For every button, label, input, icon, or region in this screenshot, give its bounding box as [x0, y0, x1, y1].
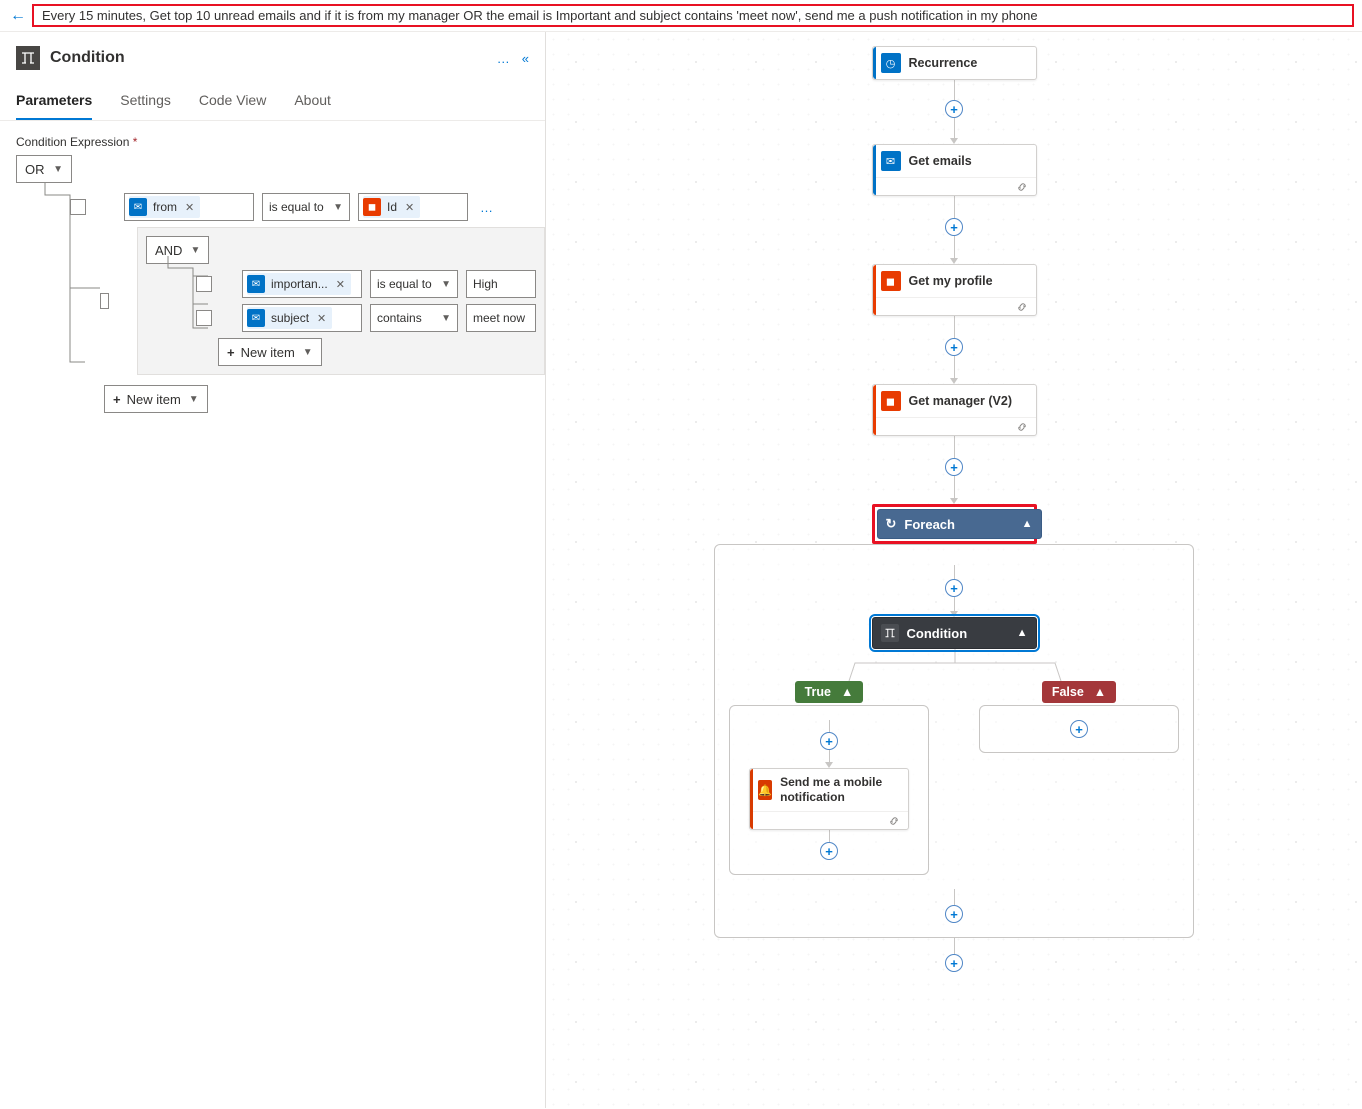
- node-notification[interactable]: 🔔Send me a mobile notification: [749, 768, 909, 830]
- chevron-up-icon: ▲: [841, 685, 853, 699]
- node-condition[interactable]: Condition ▲: [872, 617, 1037, 649]
- outlook-icon: ✉: [881, 151, 901, 171]
- outlook-icon: ✉: [247, 309, 265, 327]
- link-icon: [750, 811, 908, 829]
- group-row2-token-remove[interactable]: ✕: [313, 312, 330, 325]
- outlook-icon: ✉: [129, 198, 147, 216]
- foreach-collapse[interactable]: ▲: [1022, 518, 1033, 530]
- add-after-getemails[interactable]: +: [945, 218, 963, 236]
- office-icon: ◼: [881, 271, 901, 291]
- node-recurrence[interactable]: ◷Recurrence: [872, 46, 1037, 80]
- tab-codeview[interactable]: Code View: [199, 84, 266, 120]
- add-after-getprofile[interactable]: +: [945, 338, 963, 356]
- node-get-manager[interactable]: ◼Get manager (V2): [872, 384, 1037, 436]
- group-row2-value[interactable]: meet now: [466, 304, 536, 332]
- group-row1-left[interactable]: ✉importan...✕: [242, 270, 362, 298]
- add-inside-foreach-bottom[interactable]: +: [945, 905, 963, 923]
- root-new-item[interactable]: +New item▼: [104, 385, 208, 413]
- condition-panel-icon: [16, 46, 40, 70]
- group-operator-select[interactable]: AND▼: [146, 236, 209, 264]
- tab-parameters[interactable]: Parameters: [16, 84, 92, 120]
- expression-label: Condition Expression *: [0, 121, 545, 155]
- panel-title: Condition: [50, 49, 497, 67]
- group-row1-token-remove[interactable]: ✕: [332, 278, 349, 291]
- node-get-profile[interactable]: ◼Get my profile: [872, 264, 1037, 316]
- row1-right-operand[interactable]: ◼Id✕: [358, 193, 468, 221]
- flow-description-input[interactable]: Every 15 minutes, Get top 10 unread emai…: [32, 4, 1354, 27]
- bell-icon: 🔔: [758, 780, 772, 800]
- row1-value-remove[interactable]: ✕: [401, 201, 418, 214]
- back-button[interactable]: ←: [8, 7, 28, 25]
- panel-collapse-button[interactable]: «: [522, 51, 529, 66]
- flow-canvas[interactable]: ◷Recurrence + ✉Get emails + ◼Get my prof…: [546, 32, 1362, 1108]
- tab-about[interactable]: About: [294, 84, 331, 120]
- add-true-bottom[interactable]: +: [820, 842, 838, 860]
- node-get-emails[interactable]: ✉Get emails: [872, 144, 1037, 196]
- condition-panel: Condition … « Parameters Settings Code V…: [0, 32, 546, 1108]
- office-icon: ◼: [881, 391, 901, 411]
- foreach-container: + Condition ▲ True▲ +: [714, 544, 1194, 938]
- add-inside-foreach-top[interactable]: +: [945, 579, 963, 597]
- clock-icon: ◷: [881, 53, 901, 73]
- group-row2-operator[interactable]: contains▼: [370, 304, 458, 332]
- link-icon: [873, 177, 1036, 195]
- office-icon: ◼: [363, 198, 381, 216]
- add-true-top[interactable]: +: [820, 732, 838, 750]
- loop-icon: ↻: [886, 516, 897, 532]
- branch-false-header[interactable]: False▲: [1042, 681, 1116, 703]
- group-row2-checkbox[interactable]: [196, 310, 212, 326]
- group-row1-checkbox[interactable]: [196, 276, 212, 292]
- link-icon: [873, 297, 1036, 315]
- panel-more-button[interactable]: …: [497, 51, 510, 66]
- row1-operator[interactable]: is equal to▼: [262, 193, 350, 221]
- false-branch-container: +: [979, 705, 1179, 753]
- branch-true-header[interactable]: True▲: [795, 681, 864, 703]
- foreach-highlight: ↻ Foreach ▲: [872, 504, 1037, 544]
- group-new-item[interactable]: +New item▼: [218, 338, 322, 366]
- add-after-foreach[interactable]: +: [945, 954, 963, 972]
- true-branch-container: + 🔔Send me a mobile notification +: [729, 705, 929, 875]
- tab-settings[interactable]: Settings: [120, 84, 171, 120]
- chevron-up-icon: ▲: [1094, 685, 1106, 699]
- link-icon: [873, 417, 1036, 435]
- add-after-recurrence[interactable]: +: [945, 100, 963, 118]
- root-operator-select[interactable]: OR▼: [16, 155, 72, 183]
- row1-left-operand[interactable]: ✉from✕: [124, 193, 254, 221]
- add-after-getmanager[interactable]: +: [945, 458, 963, 476]
- condition-icon: [881, 624, 899, 642]
- node-foreach[interactable]: ↻ Foreach ▲: [877, 509, 1042, 539]
- group-row1-value[interactable]: High: [466, 270, 536, 298]
- condition-collapse[interactable]: ▲: [1017, 627, 1028, 639]
- group-checkbox[interactable]: [100, 293, 109, 309]
- group-row1-operator[interactable]: is equal to▼: [370, 270, 458, 298]
- row1-checkbox[interactable]: [70, 199, 86, 215]
- add-false[interactable]: +: [1070, 720, 1088, 738]
- outlook-icon: ✉: [247, 275, 265, 293]
- row1-token-remove[interactable]: ✕: [181, 201, 198, 214]
- row1-more[interactable]: …: [476, 200, 499, 215]
- group-row2-left[interactable]: ✉subject✕: [242, 304, 362, 332]
